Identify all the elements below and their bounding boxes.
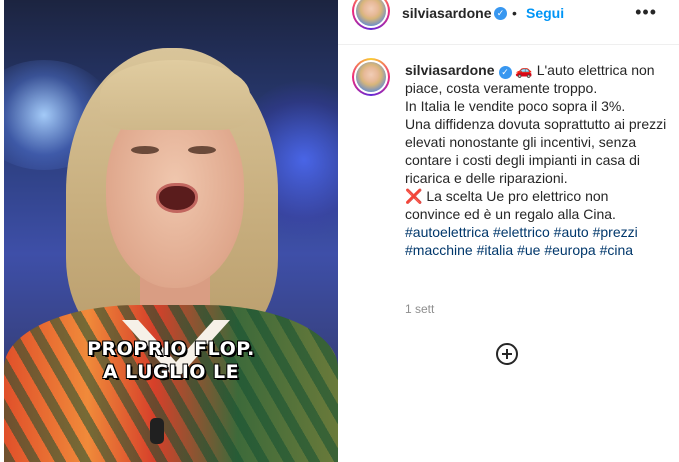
hashtag-link[interactable]: #ue [517,242,540,258]
hashtag-link[interactable]: #europa [544,242,595,258]
person-bangs [100,60,250,130]
hashtag-link[interactable]: #auto [554,224,589,240]
author-avatar[interactable] [352,0,390,30]
author-username[interactable]: silviasardone [402,5,492,21]
hashtag-list: #autoelettrica #elettrico #auto #prezzi … [405,224,638,258]
caption-username[interactable]: silviasardone [405,62,495,78]
post-caption: silviasardone ✓ 🚗 L'auto elettrica non pi… [405,61,667,259]
subtitle-line: A LUGLIO LE [102,361,240,383]
person-mouth [156,183,198,213]
post-detail-panel: silviasardone ✓ • Segui ••• silviasardon… [338,0,679,462]
person-eye [131,146,159,154]
separator-dot: • [512,5,517,21]
lapel-mic [150,418,164,444]
add-circle-icon[interactable] [496,343,518,365]
post-body: silviasardone ✓ 🚗 L'auto elettrica non pi… [338,44,679,462]
comment-author-avatar[interactable] [352,58,390,96]
subtitle-line: PROPRIO FLOP. [87,338,255,360]
cross-mark-icon: ❌ [405,188,423,204]
post-video[interactable]: PROPRIO FLOP. A LUGLIO LE [4,0,338,462]
hashtag-link[interactable]: #prezzi [593,224,638,240]
more-options-icon[interactable]: ••• [635,2,657,23]
video-subtitle: PROPRIO FLOP. A LUGLIO LE [4,338,338,384]
hashtag-link[interactable]: #macchine [405,242,473,258]
hashtag-link[interactable]: #autoelettrica [405,224,489,240]
caption-text: La scelta Ue pro elettrico non convince … [405,188,616,222]
hashtag-link[interactable]: #italia [477,242,514,258]
hashtag-link[interactable]: #cina [600,242,633,258]
caption-text: Una diffidenza dovuta soprattutto ai pre… [405,116,667,186]
follow-button[interactable]: Segui [526,5,564,21]
caption-second-paragraph: ❌ La scelta Ue pro elettrico non convinc… [405,187,667,223]
verified-badge-icon: ✓ [494,7,507,20]
post-header: silviasardone ✓ • Segui ••• [338,0,679,45]
hashtag-link[interactable]: #elettrico [493,224,550,240]
post-timestamp[interactable]: 1 sett [405,302,434,316]
verified-badge-icon: ✓ [498,66,512,79]
car-emoji-icon: 🚗 [515,62,533,78]
person-eye [188,146,216,154]
caption-text: In Italia le vendite poco sopra il 3%. [405,98,626,114]
